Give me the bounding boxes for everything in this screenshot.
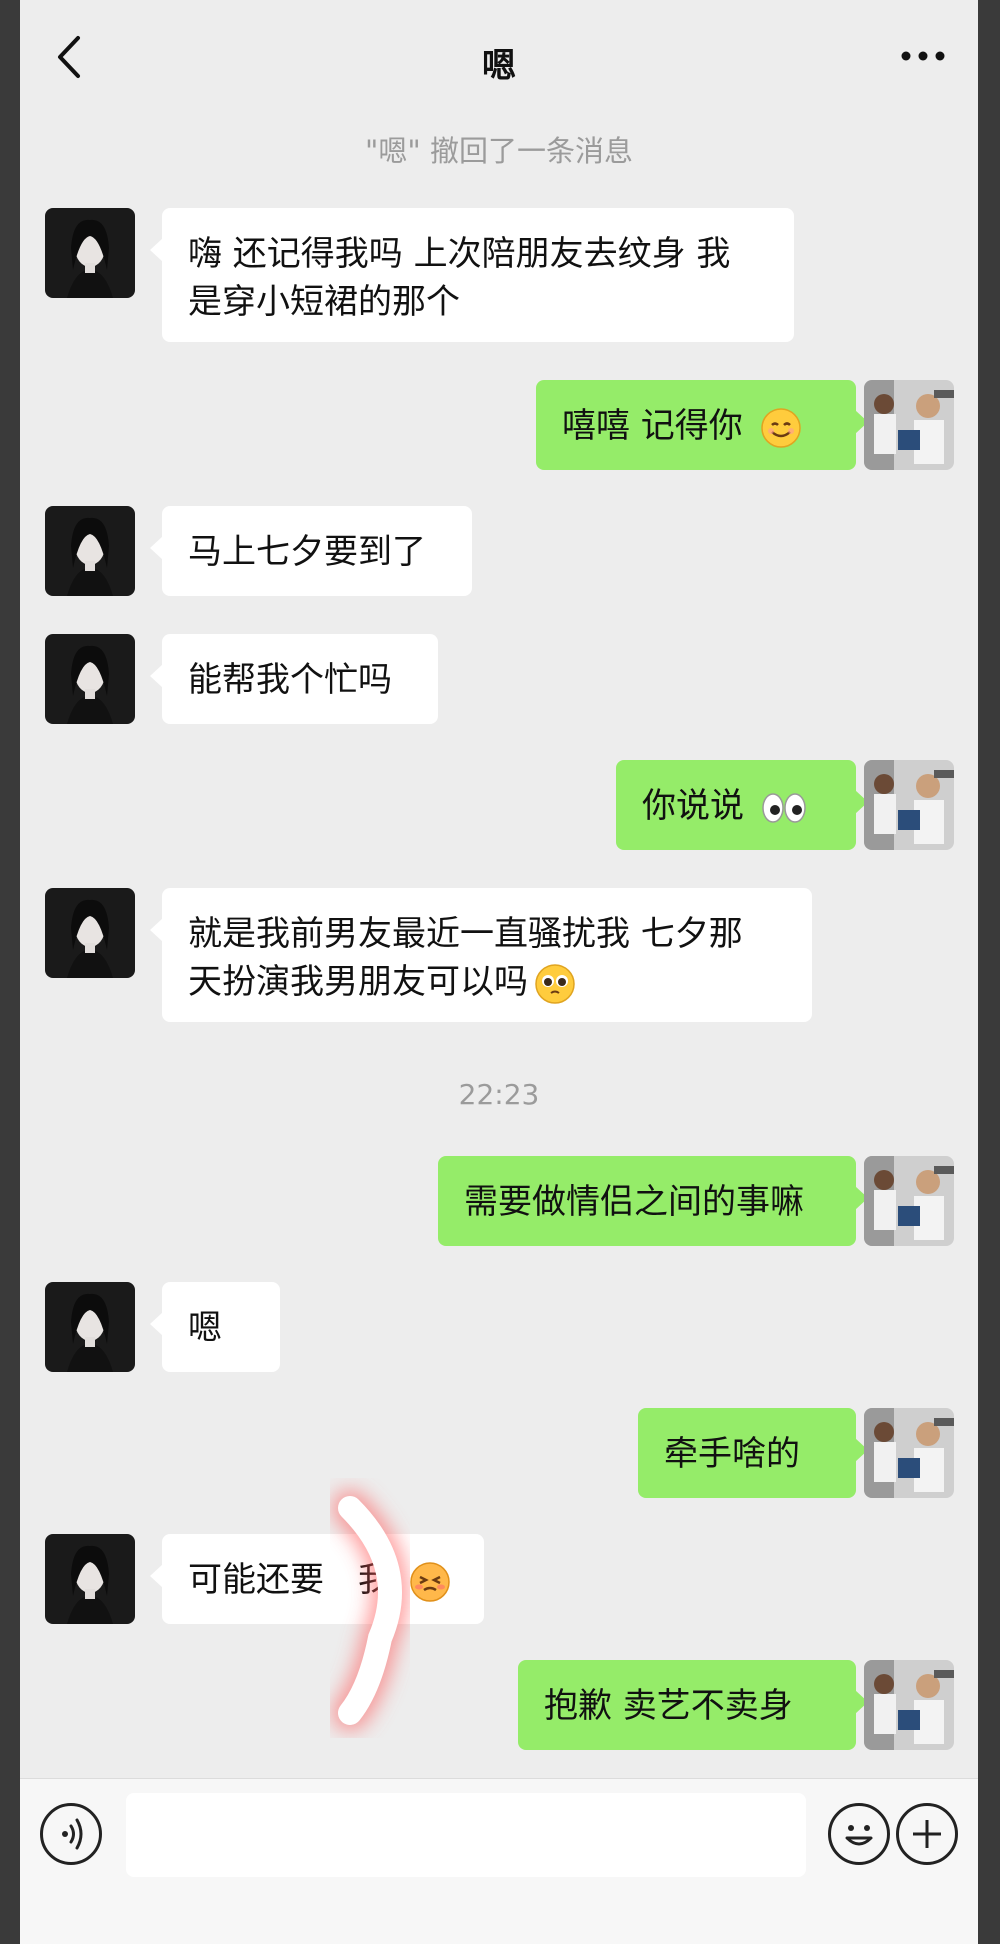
message-text: 我 [358, 1560, 392, 1600]
message-input[interactable] [126, 1793, 806, 1877]
message-bubble-outgoing[interactable]: 抱歉 卖艺不卖身 [518, 1660, 868, 1750]
user-avatar[interactable] [864, 1660, 954, 1750]
message-text: 马上七夕要到了 [188, 532, 426, 572]
contact-avatar[interactable] [45, 208, 135, 298]
more-options-button[interactable] [898, 40, 948, 70]
shy-face-emoji [410, 1561, 450, 1602]
emoji-button[interactable] [828, 1803, 890, 1865]
timestamp-divider: 22:23 [458, 1078, 540, 1111]
message-bubble-incoming[interactable]: 就是我前男友最近一直骚扰我 七夕那 天扮演我男朋友可以吗 [150, 888, 812, 1022]
user-avatar[interactable] [864, 1156, 954, 1246]
more-dots-icon [901, 51, 945, 61]
message-text: 天扮演我男朋友可以吗 [188, 962, 528, 1002]
contact-avatar[interactable] [45, 888, 135, 978]
message-text: 你说说 [642, 786, 744, 826]
user-avatar[interactable] [864, 760, 954, 850]
message-bubble-outgoing[interactable]: 你说说 [616, 760, 868, 850]
message-text: 牵手啥的 [664, 1434, 800, 1474]
emoji-icon [845, 1825, 873, 1846]
voice-icon [62, 1818, 83, 1850]
message-text: 能帮我个忙吗 [188, 660, 392, 700]
smiling-face-emoji [760, 407, 801, 448]
message-bubble-incoming[interactable]: 能帮我个忙吗 [150, 634, 438, 724]
input-bar [20, 1778, 978, 1944]
message-bubble-outgoing[interactable]: 牵手啥的 [638, 1408, 868, 1498]
message-text: 可能还要 [188, 1560, 324, 1600]
message-text: 抱歉 卖艺不卖身 [544, 1686, 793, 1726]
message-text: 需要做情侣之间的事嘛 [464, 1182, 804, 1222]
top-bar: 嗯 [20, 0, 978, 110]
chat-screen: 嗯 "嗯" 撤回了一条消息 嗨 还记得我吗 上次陪朋友去纹身 我 是穿小短裙的那… [20, 0, 978, 1944]
contact-avatar[interactable] [45, 634, 135, 724]
contact-avatar[interactable] [45, 506, 135, 596]
chat-title: 嗯 [482, 46, 516, 86]
contact-avatar[interactable] [45, 1534, 135, 1624]
message-bubble-incoming[interactable]: 嗨 还记得我吗 上次陪朋友去纹身 我 是穿小短裙的那个 [150, 208, 794, 342]
contact-avatar[interactable] [45, 1282, 135, 1372]
message-text: 嗯 [188, 1308, 222, 1348]
voice-button[interactable] [40, 1803, 102, 1865]
message-bubble-outgoing[interactable]: 嘻嘻 记得你 [536, 380, 868, 470]
plus-icon [913, 1820, 941, 1848]
pleading-face-emoji [535, 963, 575, 1004]
message-bubble-incoming[interactable]: 可能还要我 [150, 1534, 484, 1624]
message-text: 就是我前男友最近一直骚扰我 七夕那 [188, 914, 743, 954]
message-bubble-incoming[interactable]: 嗯 [150, 1282, 280, 1372]
message-text: 嘻嘻 记得你 [562, 406, 743, 446]
message-text: 是穿小短裙的那个 [188, 282, 460, 322]
user-avatar[interactable] [864, 380, 954, 470]
user-avatar[interactable] [864, 1408, 954, 1498]
message-bubble-incoming[interactable]: 马上七夕要到了 [150, 506, 472, 596]
plus-button[interactable] [896, 1803, 958, 1865]
recall-notice: "嗯" 撤回了一条消息 [365, 134, 633, 168]
eyes-emoji [762, 792, 806, 823]
message-bubble-outgoing[interactable]: 需要做情侣之间的事嘛 [438, 1156, 868, 1246]
message-text: 嗨 还记得我吗 上次陪朋友去纹身 我 [188, 234, 731, 274]
